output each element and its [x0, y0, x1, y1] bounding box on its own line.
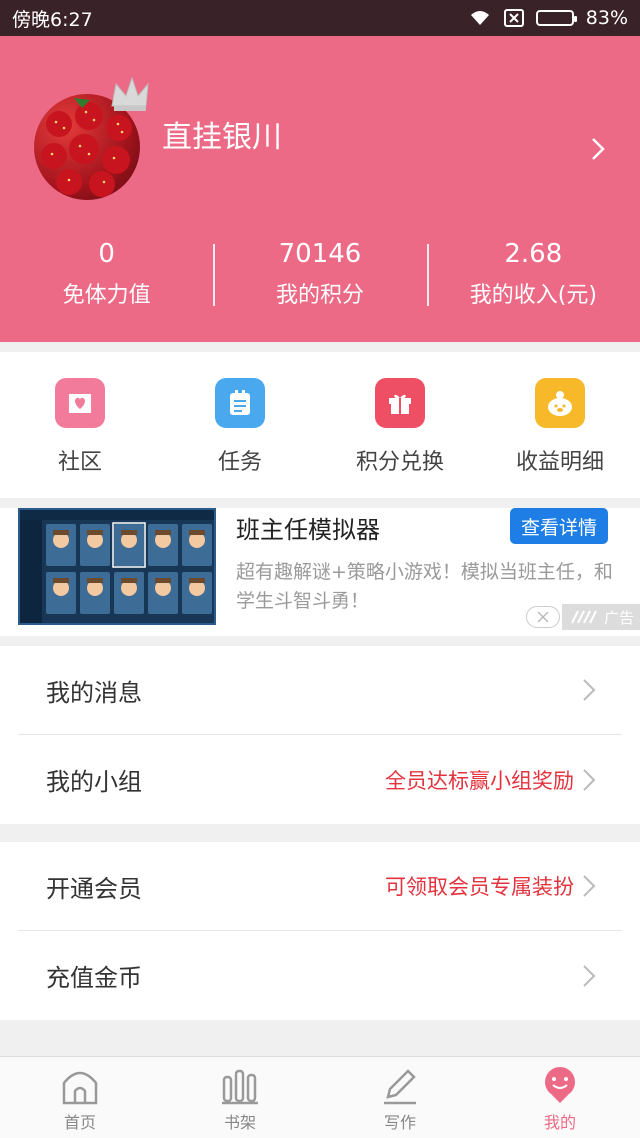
bottom-tab-bar: 首页 书架 写作 我的 — [0, 1056, 640, 1138]
menu-item-label: 开通会员 — [46, 874, 142, 903]
profile-icon — [545, 1067, 575, 1103]
action-label: 收益明细 — [515, 450, 604, 475]
menu-group-messages: 我的消息 我的小组 全员达标赢小组奖励 — [0, 646, 640, 824]
stat-income[interactable]: 2.68 我的收入(元) — [426, 236, 640, 316]
profile-header: 直挂银川 0 免体力值 70146 我的积分 2.68 我的收入(元) — [0, 36, 640, 342]
tab-mine[interactable]: 我的 — [480, 1057, 640, 1138]
chevron-right-icon — [583, 875, 596, 897]
menu-item-open-membership[interactable]: 开通会员 可领取会员专属装扮 — [18, 842, 622, 931]
username: 直挂银川 — [162, 120, 282, 155]
menu-group-membership: 开通会员 可领取会员专属装扮 充值金币 — [0, 842, 640, 1020]
ad-image — [18, 508, 216, 625]
wifi-icon — [470, 11, 489, 25]
action-community[interactable]: 社区 — [0, 352, 160, 498]
ad-tag-label: 广告 — [603, 608, 634, 627]
stat-label: 免体力值 — [62, 283, 151, 308]
close-icon — [537, 611, 549, 623]
menu-item-recharge-coins[interactable]: 充值金币 — [18, 931, 622, 1020]
ad-view-details-button[interactable]: 查看详情 — [510, 508, 608, 544]
menu-item-label: 我的消息 — [46, 678, 142, 707]
action-points-exchange[interactable]: 积分兑换 — [320, 352, 480, 498]
stat-points[interactable]: 70146 我的积分 — [213, 236, 426, 316]
gift-icon — [375, 378, 425, 428]
stats-row: 0 免体力值 70146 我的积分 2.68 我的收入(元) — [0, 236, 640, 316]
ad-title: 班主任模拟器 — [236, 516, 380, 544]
quick-actions: 社区 任务 积分兑换 收益明细 — [0, 352, 640, 498]
ad-banner[interactable]: 班主任模拟器 查看详情 超有趣解谜+策略小游戏！模拟当班主任，和学生斗智斗勇！ … — [0, 508, 640, 636]
tab-home[interactable]: 首页 — [0, 1057, 160, 1138]
ad-close-button[interactable] — [526, 606, 560, 628]
action-label: 积分兑换 — [355, 450, 444, 475]
menu-item-my-group[interactable]: 我的小组 全员达标赢小组奖励 — [18, 735, 622, 824]
no-sim-icon — [503, 9, 524, 27]
tab-label: 写作 — [383, 1113, 416, 1132]
action-income-detail[interactable]: 收益明细 — [480, 352, 640, 498]
heart-envelope-icon — [55, 378, 105, 428]
avatar[interactable] — [34, 76, 149, 204]
status-time: 傍晚6:27 — [12, 8, 93, 31]
stat-value: 0 — [98, 239, 115, 269]
menu-item-my-messages[interactable]: 我的消息 — [18, 646, 622, 735]
tab-label: 我的 — [543, 1113, 576, 1132]
pencil-icon — [384, 1069, 416, 1105]
piggy-bank-icon — [535, 378, 585, 428]
clipboard-icon — [215, 378, 265, 428]
action-label: 社区 — [57, 450, 102, 475]
chevron-right-icon[interactable] — [590, 136, 606, 162]
menu-item-label: 我的小组 — [46, 768, 142, 796]
action-label: 任务 — [217, 450, 262, 475]
stat-label: 我的收入(元) — [469, 283, 597, 308]
menu-item-promo: 可领取会员专属装扮 — [385, 875, 574, 899]
ad-brand-icon — [571, 610, 597, 624]
battery-percent: 83% — [585, 7, 628, 29]
tab-label: 首页 — [63, 1113, 96, 1132]
home-icon — [62, 1071, 98, 1105]
battery-icon — [535, 10, 577, 26]
crown-icon — [111, 76, 149, 111]
ad-tag: 广告 — [562, 604, 640, 630]
menu-item-promo: 全员达标赢小组奖励 — [385, 768, 574, 793]
tab-write[interactable]: 写作 — [320, 1057, 480, 1138]
stat-label: 我的积分 — [275, 283, 364, 308]
status-bar: 傍晚6:27 83% — [0, 0, 640, 36]
tab-label: 书架 — [223, 1113, 256, 1132]
ad-description: 超有趣解谜+策略小游戏！模拟当班主任，和学生斗智斗勇！ — [236, 561, 613, 612]
stat-value: 2.68 — [504, 239, 563, 269]
chevron-right-icon — [583, 768, 596, 791]
bookshelf-icon — [222, 1069, 258, 1105]
chevron-right-icon — [583, 679, 596, 701]
menu-item-label: 充值金币 — [46, 964, 142, 992]
chevron-right-icon — [583, 964, 596, 987]
stat-stamina[interactable]: 0 免体力值 — [0, 236, 213, 316]
tab-bookshelf[interactable]: 书架 — [160, 1057, 320, 1138]
action-tasks[interactable]: 任务 — [160, 352, 320, 498]
stat-value: 70146 — [278, 239, 362, 269]
